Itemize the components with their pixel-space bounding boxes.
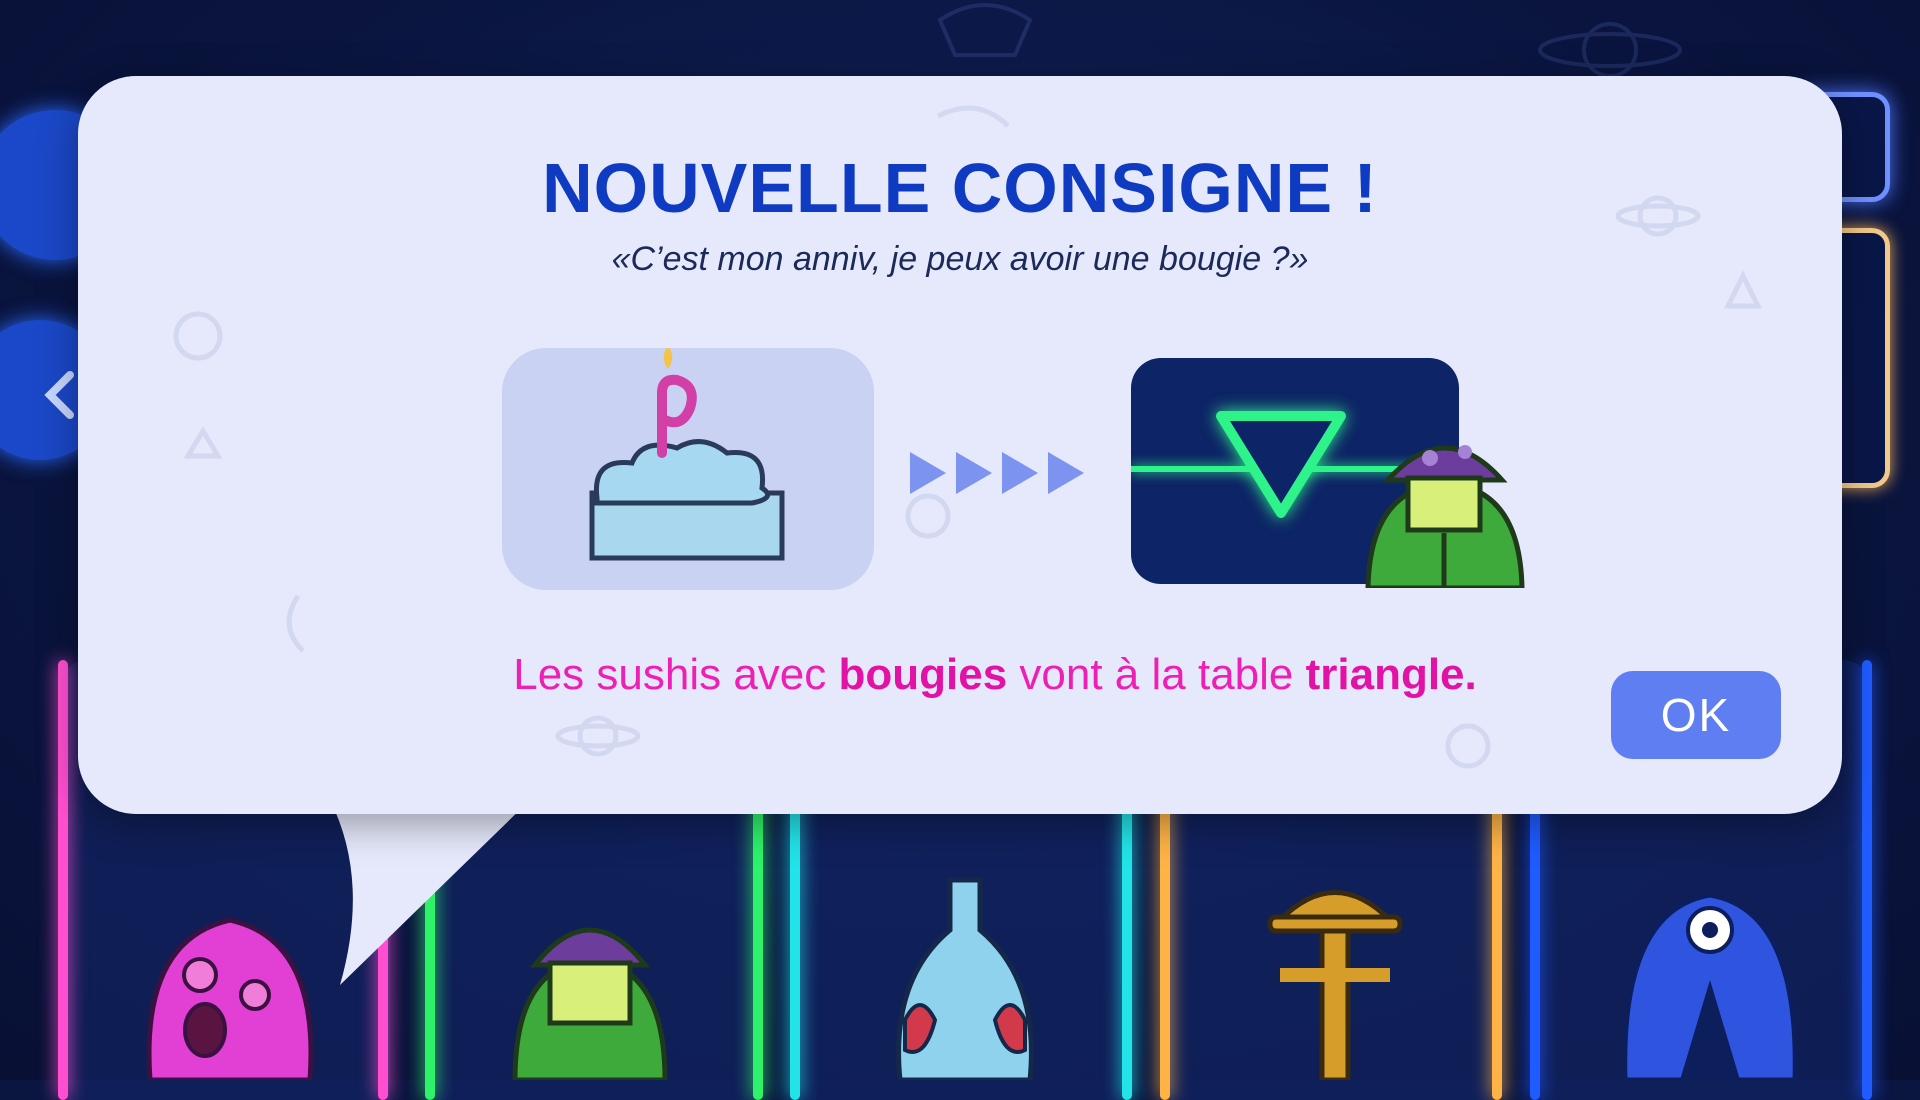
chevron-left-icon <box>44 371 74 419</box>
bottle-creature-icon <box>896 877 1034 1080</box>
instruction-keyword-triangle: triangle. <box>1305 650 1477 699</box>
ok-button[interactable]: OK <box>1611 671 1781 759</box>
mushroom-alien-icon <box>512 927 668 1080</box>
four-arrows-icon <box>910 452 1084 494</box>
sushi-with-candle-card <box>502 346 874 590</box>
cupcake-doodle-icon <box>937 3 1033 57</box>
instruction-prefix: Les sushis avec <box>513 650 839 699</box>
pink-monster-icon <box>146 917 314 1080</box>
lane-blue-right-edge <box>1862 660 1872 1100</box>
instruction-middle: vont à la table <box>1007 650 1306 699</box>
dialog-title: NOUVELLE CONSIGNE ! <box>542 149 1378 227</box>
cake-with-candle-icon <box>589 346 785 561</box>
coat-rack-alien-icon <box>1267 890 1403 1080</box>
speech-bubble-tail <box>330 800 530 985</box>
dialog-quote: «C’est mon anniv, je peux avoir une boug… <box>611 240 1309 278</box>
blue-cyclops-monster-icon <box>1622 892 1798 1080</box>
instruction-keyword-candles: bougies <box>838 650 1008 699</box>
lane-pink-left-edge <box>58 660 68 1100</box>
mushroom-alien-peek-icon <box>1365 445 1525 588</box>
